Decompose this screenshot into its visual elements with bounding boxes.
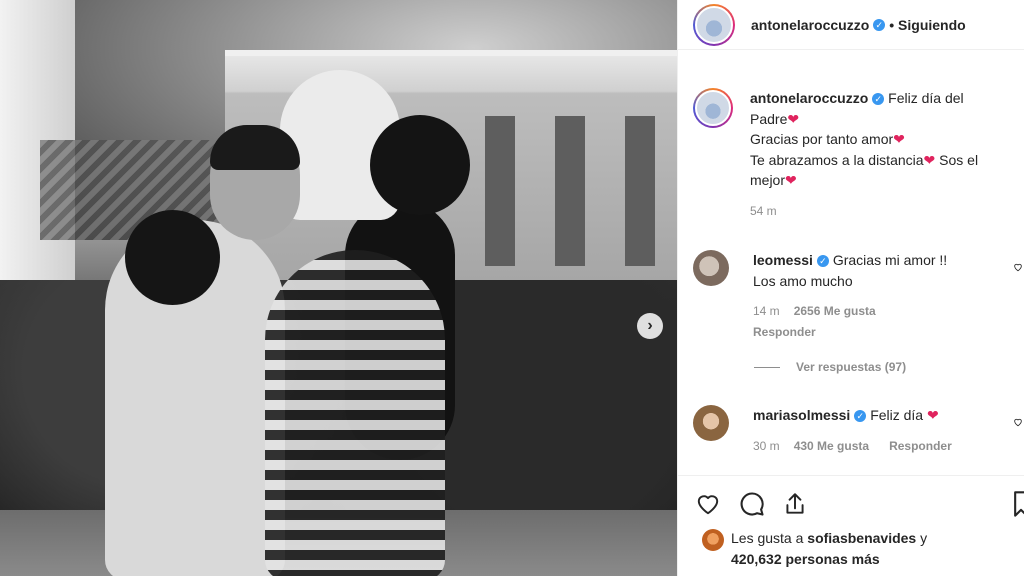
photo-child-left-head [125, 210, 220, 305]
replies-divider [754, 366, 780, 368]
photo-family-group [95, 70, 475, 576]
photo-window [555, 116, 585, 266]
comments-list[interactable]: antonelaroccuzzo ✓ Feliz día del Padre❤ G… [678, 50, 1024, 475]
commenter-username[interactable]: leomessi [753, 252, 813, 268]
heart-emoji-icon: ❤ [927, 407, 939, 423]
action-icons [694, 490, 808, 518]
comment-likes-count[interactable]: 2656 Me gusta [794, 301, 876, 322]
bookmark-icon[interactable] [1011, 490, 1024, 523]
likes-prefix: Les gusta a [731, 530, 804, 546]
heart-emoji-icon: ❤ [785, 172, 797, 188]
post-photo[interactable]: › [0, 0, 677, 576]
comment-time[interactable]: 14 m [753, 301, 780, 322]
likes-summary: Les gusta a sofiasbenavides y 420,632 pe… [702, 528, 927, 570]
commenter-username[interactable]: mariasolmessi [753, 407, 850, 423]
instagram-post-view: › antonelaroccuzzo ✓ • Siguiendo antonel… [0, 0, 1024, 576]
comment-text: Los amo mucho [753, 272, 853, 289]
comment-heart-icon[interactable] [1013, 262, 1023, 275]
reply-button[interactable]: Responder [889, 436, 952, 457]
comment-item: mariasolmessi ✓ Feliz día ❤ 30 m 430 Me g… [693, 405, 1023, 456]
comment-heart-icon[interactable] [1013, 417, 1023, 430]
heart-emoji-icon: ❤ [893, 131, 905, 147]
photo-window [625, 116, 655, 266]
caption-text: Sos el [939, 151, 979, 168]
comment-time[interactable]: 30 m [753, 436, 780, 457]
commenter-avatar[interactable] [693, 250, 729, 286]
author-avatar[interactable] [693, 3, 735, 46]
likes-count[interactable]: 420,632 personas más [731, 551, 880, 567]
photo-person-mother [265, 250, 445, 576]
share-icon[interactable] [782, 490, 808, 518]
heart-emoji-icon: ❤ [923, 151, 936, 168]
caption-text: Feliz día del [888, 90, 964, 106]
post-actions-bar: Les gusta a sofiasbenavides y 420,632 pe… [678, 475, 1024, 576]
photo-window [485, 116, 515, 266]
comment-icon[interactable] [738, 490, 766, 518]
caption-username[interactable]: antonelaroccuzzo [750, 90, 868, 106]
caption: antonelaroccuzzo ✓ Feliz día del Padre❤ G… [693, 88, 1023, 221]
caption-text: Padre [750, 110, 788, 127]
comment-likes-count[interactable]: 430 Me gusta [794, 436, 869, 457]
caption-text: Te abrazamos a la distancia [750, 151, 924, 168]
caption-avatar[interactable] [693, 88, 733, 128]
chevron-right-icon[interactable]: › [637, 313, 663, 339]
view-replies-button[interactable]: Ver respuestas (97) [754, 360, 906, 374]
photo-child-head [370, 115, 470, 215]
heart-icon[interactable] [694, 491, 722, 517]
reply-button[interactable]: Responder [753, 322, 816, 343]
liker-username[interactable]: sofiasbenavides [807, 530, 916, 546]
author-username[interactable]: antonelaroccuzzo [751, 17, 869, 33]
likes-suffix: y [920, 530, 928, 546]
comment-item: leomessi ✓ Gracias mi amor !! Los amo muc… [693, 250, 1023, 342]
verified-badge-icon: ✓ [873, 18, 886, 31]
caption-text: Gracias por tanto amor [750, 131, 894, 147]
caption-time[interactable]: 54 m [750, 201, 777, 222]
caption-text: mejor [750, 172, 786, 188]
verified-badge-icon: ✓ [872, 93, 885, 106]
verified-badge-icon: ✓ [816, 255, 829, 268]
comment-text: Feliz día [870, 407, 924, 423]
heart-emoji-icon: ❤ [787, 110, 800, 127]
view-replies-label: Ver respuestas (97) [796, 360, 907, 374]
post-side-panel: antonelaroccuzzo ✓ • Siguiendo antonelar… [677, 0, 1024, 576]
verified-badge-icon: ✓ [854, 410, 867, 423]
liker-avatar[interactable] [702, 529, 724, 551]
comment-text: Gracias mi amor !! [832, 252, 948, 268]
follow-status-button[interactable]: • Siguiendo [889, 17, 965, 33]
post-header: antonelaroccuzzo ✓ • Siguiendo [678, 0, 1024, 50]
commenter-avatar[interactable] [693, 405, 729, 441]
